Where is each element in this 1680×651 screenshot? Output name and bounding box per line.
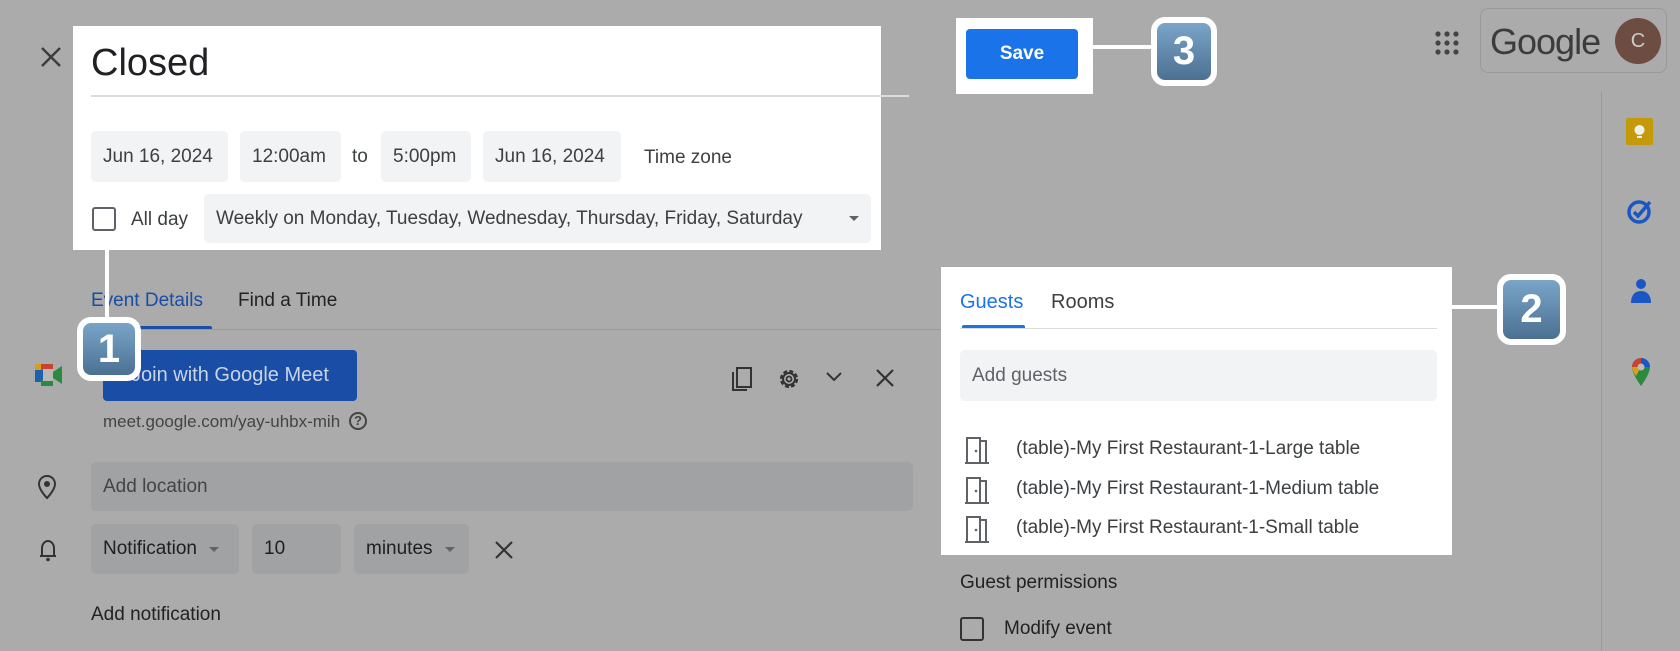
close-button[interactable] [38, 44, 64, 70]
tab-guests[interactable]: Guests [960, 291, 1023, 314]
recurrence-dropdown[interactable]: Weekly on Monday, Tuesday, Wednesday, Th… [204, 194, 871, 243]
door-icon [965, 516, 989, 543]
remove-notification-button[interactable] [494, 540, 514, 565]
close-icon [41, 47, 61, 67]
maps-icon[interactable] [1631, 357, 1651, 392]
account-button[interactable]: Google C [1480, 8, 1667, 73]
save-button[interactable]: Save [966, 29, 1078, 79]
dropdown-arrow-icon [444, 546, 455, 552]
add-guests-input[interactable]: Add guests [960, 350, 1437, 401]
gear-icon [779, 369, 799, 389]
time-zone-button[interactable]: Time zone [644, 147, 732, 169]
room-list-item[interactable]: (table)-My First Restaurant-1-Medium tab… [964, 475, 1434, 505]
all-day-label: All day [131, 209, 189, 230]
guest-permissions-heading: Guest permissions [960, 572, 1118, 593]
copy-button[interactable] [730, 366, 754, 397]
callout-badge-1: 1 [77, 317, 141, 381]
help-icon[interactable]: ? [349, 412, 367, 430]
notification-unit-dropdown[interactable]: minutes [354, 524, 469, 574]
tabs-divider [91, 329, 941, 330]
room-list-item[interactable]: (table)-My First Restaurant-1-Large tabl… [964, 435, 1434, 465]
door-icon [965, 477, 989, 504]
start-time[interactable]: 12:00am [240, 131, 341, 182]
notification-value-input[interactable]: 10 [252, 524, 341, 574]
callout-badge-2: 2 [1497, 274, 1566, 345]
door-icon [965, 437, 989, 464]
meet-settings-button[interactable] [776, 366, 802, 397]
apps-grid-icon [1435, 31, 1459, 55]
recurrence-value: Weekly on Monday, Tuesday, Wednesday, Th… [216, 207, 803, 229]
modify-event-checkbox[interactable] [960, 617, 984, 641]
to-label: to [352, 146, 368, 167]
callout-badge-3: 3 [1151, 17, 1217, 86]
dropdown-arrow-icon [849, 216, 859, 221]
meet-expand-button[interactable] [824, 370, 844, 389]
contacts-icon[interactable] [1630, 277, 1652, 310]
dropdown-arrow-icon [209, 546, 219, 552]
avatar: C [1615, 18, 1661, 64]
end-date[interactable]: Jun 16, 2024 [483, 131, 621, 182]
apps-grid-button[interactable] [1434, 30, 1460, 61]
join-google-meet-button[interactable]: Join with Google Meet [103, 350, 357, 401]
event-title-input[interactable]: Closed [91, 42, 209, 85]
side-panel-divider [1601, 92, 1602, 651]
close-icon [495, 541, 513, 559]
google-logo: Google [1490, 21, 1601, 62]
all-day-checkbox[interactable] [92, 207, 116, 231]
end-time[interactable]: 5:00pm [381, 131, 471, 182]
title-underline [91, 95, 909, 97]
meet-link[interactable]: meet.google.com/yay-uhbx-mih [103, 412, 340, 432]
guests-tabs-divider [960, 328, 1437, 329]
copy-icon [732, 367, 752, 391]
chevron-down-icon [826, 372, 842, 382]
start-date[interactable]: Jun 16, 2024 [91, 131, 228, 182]
callout-1-connector [105, 250, 109, 320]
close-icon [876, 369, 894, 387]
notification-type-dropdown[interactable]: Notification [91, 524, 239, 574]
location-pin-icon [37, 474, 57, 505]
location-input[interactable]: Add location [91, 462, 913, 511]
tab-find-a-time[interactable]: Find a Time [238, 290, 337, 312]
tasks-icon[interactable] [1626, 197, 1654, 230]
room-list-item[interactable]: (table)-My First Restaurant-1-Small tabl… [964, 514, 1434, 544]
callout-2-connector [1452, 305, 1498, 309]
add-notification-button[interactable]: Add notification [91, 604, 221, 626]
remove-meet-button[interactable] [875, 368, 895, 393]
google-meet-icon [35, 364, 62, 386]
bell-icon [38, 538, 58, 567]
tab-rooms[interactable]: Rooms [1051, 291, 1114, 314]
modify-event-label: Modify event [1004, 618, 1112, 639]
callout-3-connector [1093, 45, 1153, 49]
keep-icon[interactable] [1626, 118, 1653, 145]
